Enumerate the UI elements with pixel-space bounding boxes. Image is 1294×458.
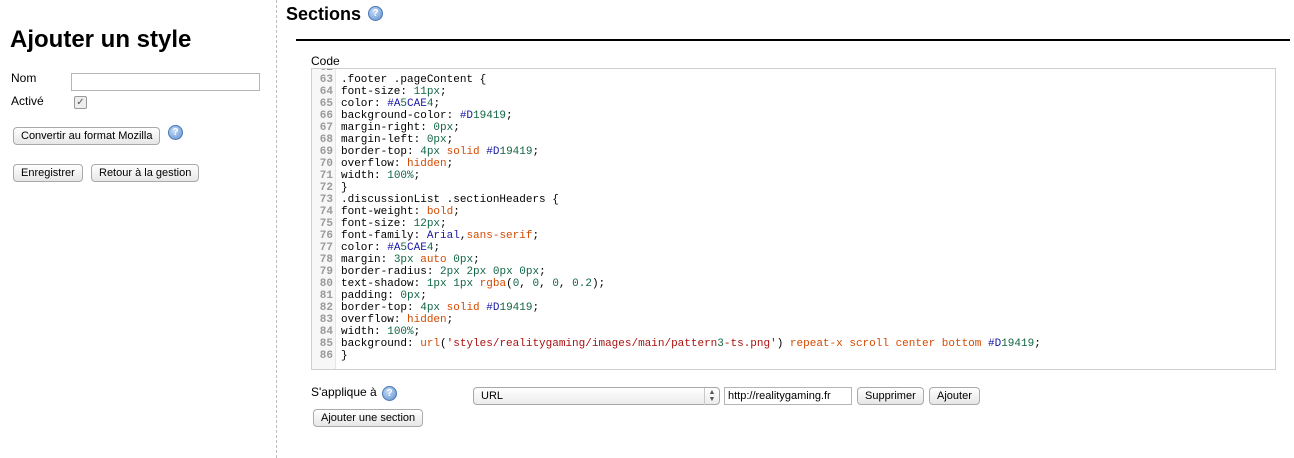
line-number: 77 bbox=[319, 242, 333, 254]
code-line: 76 font-family: Arial,sans-serif; bbox=[312, 230, 1041, 242]
line-number: 71 bbox=[319, 170, 333, 182]
code-line: 72} bbox=[312, 182, 1041, 194]
code-text: border-top: 4px solid #D19419; bbox=[341, 146, 540, 158]
active-label: Activé bbox=[11, 94, 44, 108]
code-line: 79 border-radius: 2px 2px 0px 0px; bbox=[312, 266, 1041, 278]
code-text: color: #A5CAE4; bbox=[341, 98, 441, 110]
line-number: 65 bbox=[319, 98, 333, 110]
line-number: 80 bbox=[319, 278, 333, 290]
code-line: 67 margin-right: 0px; bbox=[312, 122, 1041, 134]
line-number: 66 bbox=[319, 110, 333, 122]
page-title: Ajouter un style bbox=[10, 26, 192, 53]
code-line: 73 .discussionList .sectionHeaders { bbox=[312, 194, 1041, 206]
line-number: 68 bbox=[319, 134, 333, 146]
applies-to-url-input[interactable] bbox=[724, 387, 852, 405]
code-line: 81 padding: 0px; bbox=[312, 290, 1041, 302]
code-line: 77 color: #A5CAE4; bbox=[312, 242, 1041, 254]
applies-to-select-value: URL bbox=[481, 390, 504, 402]
code-line: 66 background-color: #D19419; bbox=[312, 110, 1041, 122]
help-icon[interactable]: ? bbox=[168, 125, 183, 140]
code-line: 84 width: 100%; bbox=[312, 326, 1041, 338]
section-divider bbox=[296, 39, 1290, 41]
name-label: Nom bbox=[11, 71, 37, 85]
convert-mozilla-button[interactable]: Convertir au format Mozilla bbox=[13, 127, 161, 145]
code-text: } bbox=[341, 182, 348, 194]
code-text: .footer .pageContent { bbox=[341, 74, 487, 86]
sections-title: Sections bbox=[286, 4, 362, 24]
style-form-panel: Ajouter un style Nom Activé ✓ Convertir … bbox=[0, 0, 276, 458]
panel-divider bbox=[276, 0, 277, 458]
code-text: margin-right: 0px; bbox=[341, 122, 460, 134]
line-number: 67 bbox=[319, 122, 333, 134]
code-line: 80 text-shadow: 1px 1px rgba(0, 0, 0, 0.2… bbox=[312, 278, 1041, 290]
code-lines: 62 63 .footer .pageContent {64 font-size: 1… bbox=[312, 69, 1041, 362]
code-line: 75 font-size: 12px; bbox=[312, 218, 1041, 230]
code-text: width: 100%; bbox=[341, 170, 421, 182]
code-line: 71 width: 100%; bbox=[312, 170, 1041, 182]
line-number: 86 bbox=[319, 350, 333, 362]
line-number: 84 bbox=[319, 326, 333, 338]
name-input[interactable] bbox=[71, 73, 260, 91]
checkmark-icon: ✓ bbox=[76, 97, 85, 108]
code-editor[interactable]: 62 63 .footer .pageContent {64 font-size: 1… bbox=[311, 68, 1276, 370]
line-number: 73 bbox=[319, 194, 333, 206]
save-button[interactable]: Enregistrer bbox=[13, 164, 83, 182]
code-line: 85 background: url('styles/realitygaming/… bbox=[312, 338, 1041, 350]
code-text: } bbox=[341, 350, 348, 362]
line-number: 64 bbox=[319, 86, 333, 98]
code-text: background: url('styles/realitygaming/im… bbox=[341, 338, 1041, 350]
code-text: width: 100%; bbox=[341, 326, 421, 338]
line-number: 74 bbox=[319, 206, 333, 218]
help-icon[interactable]: ? bbox=[382, 386, 397, 401]
code-label: Code bbox=[311, 54, 340, 68]
code-line: 68 margin-left: 0px; bbox=[312, 134, 1041, 146]
select-arrows-icon: ▲ ▼ bbox=[704, 388, 719, 405]
line-number: 79 bbox=[319, 266, 333, 278]
line-number: 78 bbox=[319, 254, 333, 266]
line-number: 63 bbox=[319, 74, 333, 86]
line-number: 69 bbox=[319, 146, 333, 158]
code-text: margin-left: 0px; bbox=[341, 134, 454, 146]
code-text: .discussionList .sectionHeaders { bbox=[341, 194, 559, 206]
code-line: 86} bbox=[312, 350, 1041, 362]
line-number: 83 bbox=[319, 314, 333, 326]
code-text: background-color: #D19419; bbox=[341, 110, 513, 122]
line-number: 72 bbox=[319, 182, 333, 194]
back-to-management-button[interactable]: Retour à la gestion bbox=[91, 164, 200, 182]
applies-to-label: S'applique à bbox=[311, 385, 377, 399]
add-section-button[interactable]: Ajouter une section bbox=[313, 409, 424, 427]
code-text: text-shadow: 1px 1px rgba(0, 0, 0, 0.2); bbox=[341, 278, 606, 290]
code-line: 70 overflow: hidden; bbox=[312, 158, 1041, 170]
line-number: 85 bbox=[319, 338, 333, 350]
help-icon[interactable]: ? bbox=[368, 6, 383, 21]
code-text: padding: 0px; bbox=[341, 290, 427, 302]
line-number: 75 bbox=[319, 218, 333, 230]
line-number: 70 bbox=[319, 158, 333, 170]
active-checkbox[interactable]: ✓ bbox=[74, 96, 87, 109]
code-text: color: #A5CAE4; bbox=[341, 242, 441, 254]
code-line: 64 font-size: 11px; bbox=[312, 86, 1041, 98]
line-number: 76 bbox=[319, 230, 333, 242]
code-line: 65 color: #A5CAE4; bbox=[312, 98, 1041, 110]
applies-to-select[interactable]: URL ▲ ▼ bbox=[473, 387, 720, 405]
code-text: margin: 3px auto 0px; bbox=[341, 254, 480, 266]
code-text: overflow: hidden; bbox=[341, 314, 454, 326]
code-line: 78 margin: 3px auto 0px; bbox=[312, 254, 1041, 266]
code-text: border-top: 4px solid #D19419; bbox=[341, 302, 540, 314]
remove-button[interactable]: Supprimer bbox=[857, 387, 924, 405]
code-text: font-size: 12px; bbox=[341, 218, 447, 230]
code-text: font-family: Arial,sans-serif; bbox=[341, 230, 540, 242]
line-number: 82 bbox=[319, 302, 333, 314]
code-line: 63 .footer .pageContent { bbox=[312, 74, 1041, 86]
code-text: overflow: hidden; bbox=[341, 158, 454, 170]
code-line: 82 border-top: 4px solid #D19419; bbox=[312, 302, 1041, 314]
code-text: border-radius: 2px 2px 0px 0px; bbox=[341, 266, 546, 278]
code-line: 83 overflow: hidden; bbox=[312, 314, 1041, 326]
code-line: 69 border-top: 4px solid #D19419; bbox=[312, 146, 1041, 158]
line-number: 81 bbox=[319, 290, 333, 302]
add-button[interactable]: Ajouter bbox=[929, 387, 980, 405]
code-text: font-weight: bold; bbox=[341, 206, 460, 218]
code-line: 74 font-weight: bold; bbox=[312, 206, 1041, 218]
code-text: font-size: 11px; bbox=[341, 86, 447, 98]
